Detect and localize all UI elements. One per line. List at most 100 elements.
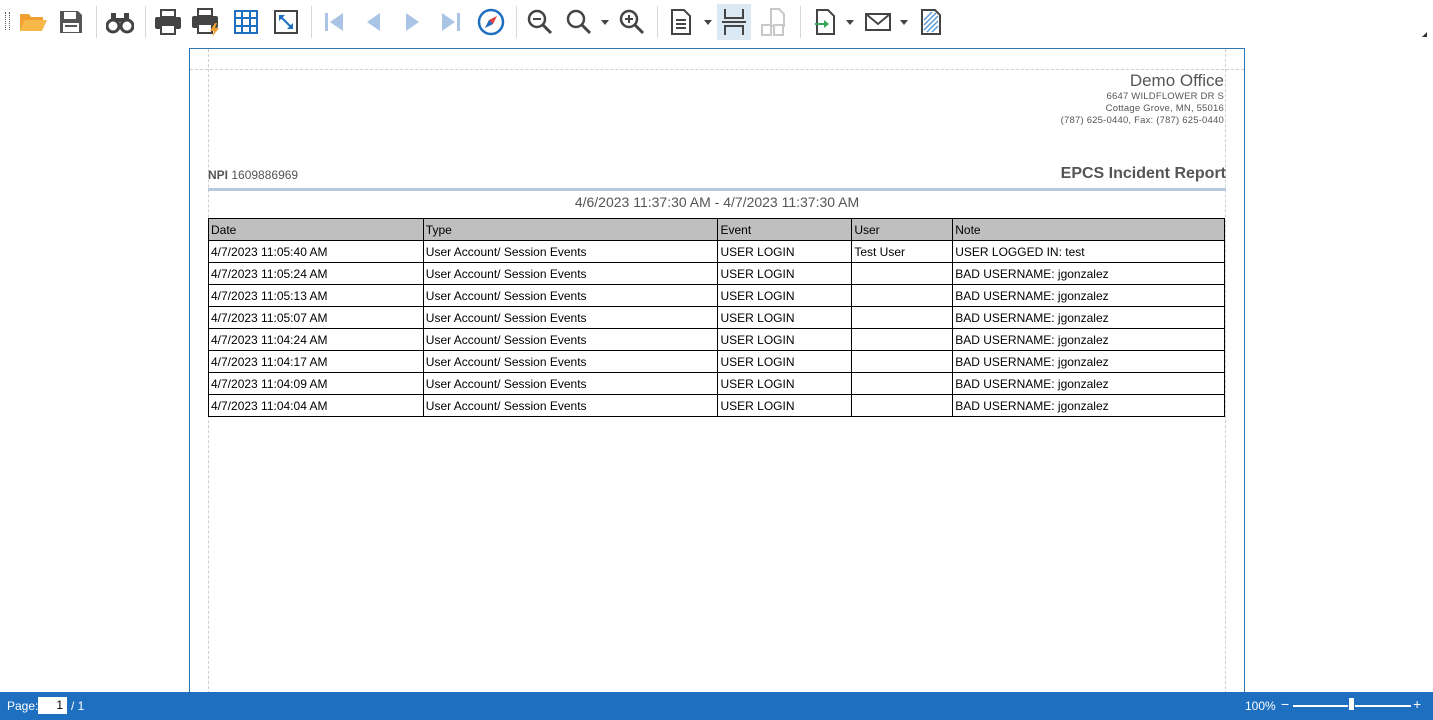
cell-type: User Account/ Session Events [422,284,719,307]
cell-event: USER LOGIN [717,328,853,351]
multi-page-button[interactable] [756,4,790,40]
cell-note: BAD USERNAME: jgonzalez [952,262,1225,285]
export-dropdown[interactable] [846,18,854,26]
zoom-in-icon [619,9,645,35]
cell-user [851,306,954,329]
table-row: 4/7/2023 11:04:09 AM User Account/ Sessi… [208,372,1225,395]
cell-date: 4/7/2023 11:05:07 AM [208,306,424,329]
cell-user [851,350,954,373]
cell-event: USER LOGIN [717,394,853,417]
zoom-button[interactable] [562,4,596,40]
zoom-minus-button[interactable]: − [1281,696,1289,712]
npi-label: NPI [208,168,229,182]
export-button[interactable] [808,4,842,40]
cell-user [851,328,954,351]
zoom-level: 100% [1245,699,1276,713]
margin-guide-top [190,69,1244,70]
toolbar-separator [800,6,801,38]
zoom-dropdown[interactable] [601,18,609,26]
cell-type: User Account/ Session Events [422,328,719,351]
single-page-button[interactable] [664,4,698,40]
zoom-in-button[interactable] [615,4,649,40]
print-icon [155,9,181,35]
cell-note: BAD USERNAME: jgonzalez [952,306,1225,329]
continuous-page-button[interactable] [717,4,751,40]
single-page-icon [671,9,691,35]
chevron-down-icon [900,19,908,25]
cell-date: 4/7/2023 11:05:13 AM [208,284,424,307]
cell-type: User Account/ Session Events [422,240,719,263]
email-button[interactable] [861,4,895,40]
page-number-input[interactable]: 1 [38,697,67,714]
cell-event: USER LOGIN [717,372,853,395]
cell-date: 4/7/2023 11:04:09 AM [208,372,424,395]
zoom-out-button[interactable] [523,4,557,40]
first-page-button[interactable] [317,4,351,40]
page-setup-button[interactable] [229,4,263,40]
cell-user: Test User [851,240,954,263]
find-button[interactable] [103,4,137,40]
cell-event: USER LOGIN [717,240,853,263]
cell-user [851,284,954,307]
save-button[interactable] [54,4,88,40]
chevron-down-icon [704,19,712,25]
zoom-icon [566,9,592,35]
cell-user [851,372,954,395]
table-row: 4/7/2023 11:04:04 AM User Account/ Sessi… [208,394,1225,417]
next-page-icon [406,13,419,31]
toolbar-overflow-icon[interactable] [1422,32,1427,37]
cell-note: BAD USERNAME: jgonzalez [952,284,1225,307]
first-page-icon [325,13,343,31]
email-dropdown[interactable] [900,18,908,26]
cell-type: User Account/ Session Events [422,306,719,329]
company-phone: (787) 625-0440, Fax: (787) 625-0440 [1060,115,1224,126]
table-row: 4/7/2023 11:05:13 AM User Account/ Sessi… [208,284,1225,307]
column-header-date: Date [208,218,424,241]
toolbar-separator [145,6,146,38]
fit-page-icon [274,10,298,34]
npi-block: NPI 1609886969 [208,168,298,182]
table-row: 4/7/2023 11:05:07 AM User Account/ Sessi… [208,306,1225,329]
fit-page-button[interactable] [269,4,303,40]
navigate-button[interactable] [474,4,508,40]
cell-note: BAD USERNAME: jgonzalez [952,394,1225,417]
zoom-slider-thumb[interactable] [1348,697,1355,711]
cell-user [851,262,954,285]
last-page-button[interactable] [434,4,468,40]
export-icon [815,9,835,35]
page-view-dropdown[interactable] [704,18,712,26]
column-header-note: Note [952,218,1225,241]
multi-page-icon [761,8,785,36]
cell-type: User Account/ Session Events [422,394,719,417]
status-bar: Page: 1 / 1 100% − + [0,692,1433,720]
quick-print-button[interactable] [190,4,224,40]
page-setup-icon [234,10,258,34]
open-button[interactable] [16,4,50,40]
cell-date: 4/7/2023 11:04:24 AM [208,328,424,351]
company-city: Cottage Grove, MN, 55016 [1105,103,1224,114]
open-folder-icon [20,14,47,31]
page-total: / 1 [71,699,85,713]
cell-event: USER LOGIN [717,262,853,285]
zoom-plus-button[interactable]: + [1413,696,1421,712]
cell-note: BAD USERNAME: jgonzalez [952,328,1225,351]
print-button[interactable] [151,4,185,40]
table-row: 4/7/2023 11:05:40 AM User Account/ Sessi… [208,240,1225,263]
continuous-page-icon [722,9,746,35]
next-page-button[interactable] [396,4,430,40]
previous-page-icon [367,13,380,31]
previous-page-button[interactable] [356,4,390,40]
cell-user [851,394,954,417]
toolbar-grip[interactable] [5,12,10,30]
cell-date: 4/7/2023 11:05:24 AM [208,262,424,285]
incident-table: Date Type Event User Note 4/7/2023 11:05… [208,218,1225,417]
column-header-user: User [851,218,954,241]
cell-note: BAD USERNAME: jgonzalez [952,372,1225,395]
report-page: Demo Office 6647 WILDFLOWER DR S Cottage… [189,48,1245,692]
table-header-row: Date Type Event User Note [208,218,1225,241]
cell-type: User Account/ Session Events [422,350,719,373]
table-row: 4/7/2023 11:05:24 AM User Account/ Sessi… [208,262,1225,285]
preview-area[interactable]: Demo Office 6647 WILDFLOWER DR S Cottage… [0,46,1433,692]
toolbar-separator [657,6,658,38]
watermark-button[interactable] [914,4,948,40]
